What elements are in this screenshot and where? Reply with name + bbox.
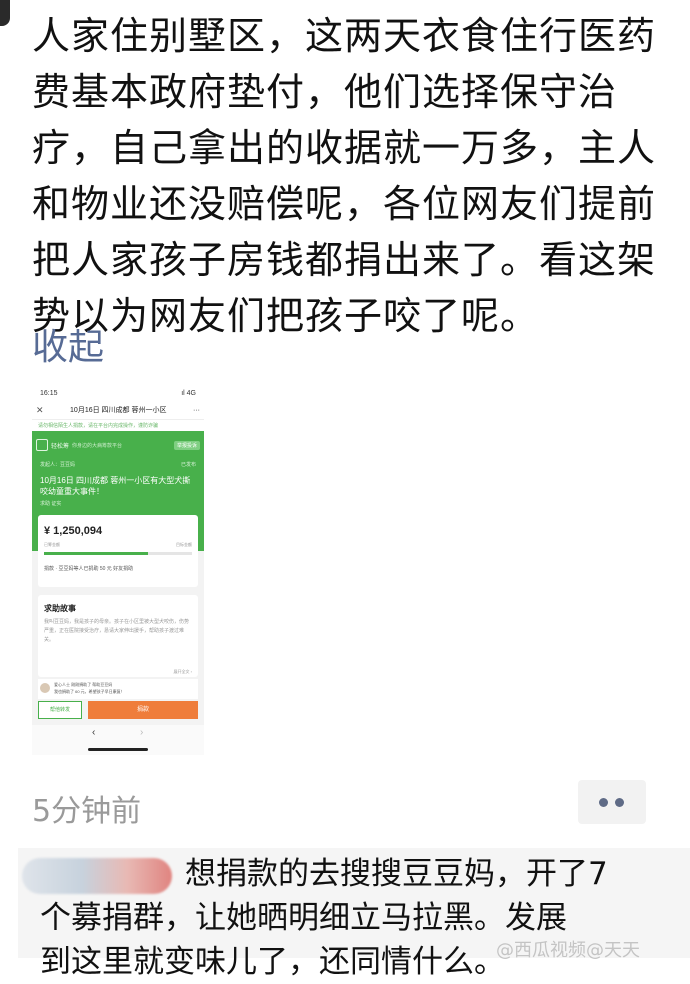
close-icon: ✕ [36,404,44,415]
target-label: 目标金额 [176,542,192,547]
raised-amount: ¥ 1,250,094 [44,525,103,537]
story-body: 我叫豆豆妈，我是孩子的母亲。孩子在小区里被大型犬咬伤，伤势严重，正在医院接受治疗… [44,619,190,643]
campaign-tags: 求助 证实 [40,501,62,507]
comment-line: 爱心人士 刚刚捐助了 帮助豆豆妈 [54,682,113,687]
post-line: 把人家孩子房钱都捐出来了。看这架 [32,238,657,282]
raised-label: 已筹金额 [44,542,60,547]
story-title: 求助故事 [44,604,76,613]
brand-name: 轻松筹 [51,443,70,450]
status-bar: 16:15 ıl 4G [32,385,204,401]
post-time: 5分钟前 [32,794,142,829]
forward-icon: › [140,727,144,738]
post-line: 疗，自己拿出的收据就一万多，主人 [32,126,657,170]
donor-summary: 捐款 · 豆豆妈等人已捐助 50 元 好友捐助 [44,566,134,572]
comment-text: 想捐款的去搜搜豆豆妈，开了7 个募捐群，让她晒明细立马拉黑。发展 到这里就变味儿… [40,852,680,984]
avatar [40,683,50,693]
signal-icon: ıl 4G [181,389,196,397]
screenshot-thumbnail[interactable]: 16:15 ıl 4G ✕ 10月16日 四川成都 蓉州一小区 ··· 请勿相信… [32,385,204,755]
amount-card: ¥ 1,250,094 已筹金额 目标金额 捐款 · 豆豆妈等人已捐助 50 元… [38,515,198,587]
donate-button: 捐款 [88,701,198,719]
browser-bottom-bar: ‹ › [32,725,204,755]
comment-line: 想捐款的去搜搜豆豆妈，开了7 [185,856,608,892]
nav-title: 10月16日 四川成都 蓉州一小区 [70,407,167,414]
post-line: 人家住别墅区，这两天衣食住行医药 [32,14,657,58]
action-bar: 帮他转发 捐款 [38,701,198,719]
post-line: 和物业还没赔偿呢，各位网友们提前 [32,182,657,226]
published-label: 已发布 [180,462,196,468]
dot-icon [615,798,624,807]
report-button: 举报投诉 [173,440,200,450]
post-line: 势以为网友们把孩子咬了呢。 [32,294,540,338]
organizer: 发起人：豆豆妈 [40,462,76,468]
progress-bar [44,552,192,555]
campaign-headline: 10月16日 四川成都 蓉州一小区有大型犬撕咬幼童重大事件！ [40,476,191,496]
back-icon: ‹ [92,727,96,738]
nav-bar: ✕ 10月16日 四川成都 蓉州一小区 ··· [32,401,204,420]
home-indicator [88,748,148,751]
more-icon: ··· [193,406,200,414]
more-actions-button[interactable] [578,780,646,824]
donation-comment: 爱心人士 刚刚捐助了 帮助豆豆妈 我也捐助了 60 元，希望孩子早日康复！ [38,679,198,699]
progress-fill [44,552,148,555]
comment-line: 个募捐群，让她晒明细立马拉黑。发展 [40,900,567,936]
story-card: 求助故事 我叫豆豆妈，我是孩子的母亲。孩子在小区里被大型犬咬伤，伤势严重，正在医… [38,595,198,677]
comment-line: 我也捐助了 60 元，希望孩子早日康复！ [54,689,125,694]
watermark: @西瓜视频@天天 [496,940,640,961]
expand-link: 展开全文 › [173,669,192,674]
brand-sub: 你身边的大病筹款平台 [72,442,123,449]
share-help-button: 帮他转发 [38,701,82,719]
status-time: 16:15 [40,389,58,397]
collapse-link[interactable]: 收起 [32,318,104,370]
dot-icon [599,798,608,807]
brand-bar: 轻松筹 你身边的大病筹款平台 举报投诉 [36,437,200,453]
post-text: 人家住别墅区，这两天衣食住行医药 费基本政府垫付，他们选择保守治 疗，自己拿出的… [32,8,657,344]
logo-icon [36,439,48,451]
post-line: 费基本政府垫付，他们选择保守治 [32,70,618,114]
avatar-edge [0,0,10,26]
